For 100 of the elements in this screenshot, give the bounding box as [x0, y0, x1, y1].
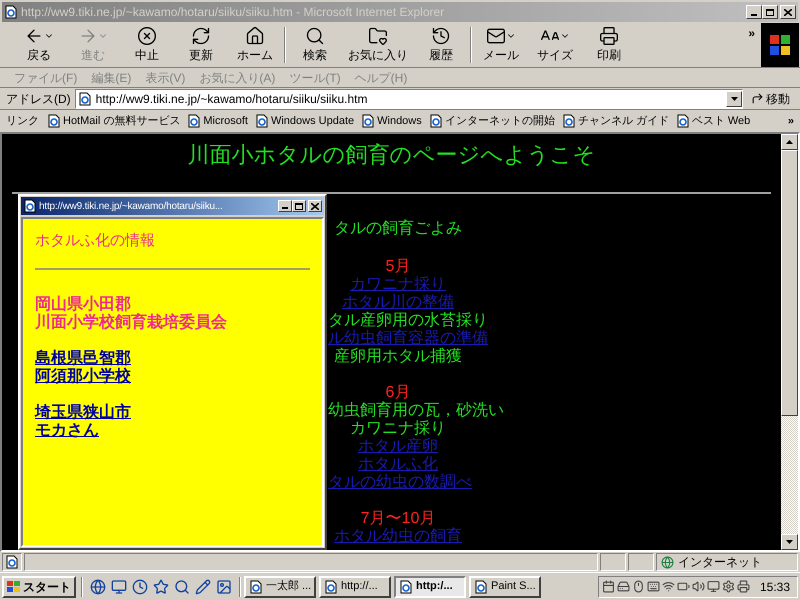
page-icon [5, 555, 19, 569]
star-icon[interactable] [153, 578, 169, 594]
flag-logo [761, 22, 799, 66]
page-icon [361, 114, 376, 128]
minimize-button[interactable] [746, 5, 762, 19]
page-heading: 川面小ホタルの飼育のページへようこそ [186, 142, 596, 168]
popup-text: 川面小学校飼育栽培委員会 [35, 314, 227, 332]
taskbar-button[interactable]: Paint S... [469, 576, 541, 598]
search-icon [305, 26, 325, 46]
scroll-up-button[interactable] [781, 134, 798, 150]
folder-icon [368, 26, 388, 46]
toolbar-button[interactable]: メール [474, 24, 528, 66]
close-button[interactable] [780, 5, 796, 19]
page-icon [399, 580, 413, 594]
page-icon [474, 580, 488, 594]
dropdown-button[interactable] [726, 90, 742, 106]
toolbar-button[interactable]: 中止 [120, 24, 174, 66]
more-chevron[interactable]: » [748, 24, 755, 42]
popup-link[interactable]: 阿須那小学校 [35, 368, 131, 386]
page-subtitle: タルの飼育ごよみ [334, 220, 462, 238]
start-button[interactable]: スタート [2, 576, 76, 598]
month-label: 5月 [386, 258, 410, 276]
toolbar-button[interactable]: 検索 [288, 24, 342, 66]
minimize-button[interactable] [278, 200, 292, 212]
gear-icon [722, 580, 735, 593]
close-icon [784, 8, 792, 16]
arrow-icon [751, 92, 764, 105]
page-icon [676, 114, 690, 128]
toolbar-button[interactable]: 印刷 [582, 24, 636, 66]
link-button[interactable]: HotMail の無料サービス [47, 112, 180, 130]
close-icon [311, 202, 319, 210]
link-button[interactable]: Windows Update [254, 112, 354, 130]
calendar-text: カワニナ採り [350, 420, 446, 438]
calendar-text: 幼虫飼育用の瓦，砂洗い [328, 402, 504, 420]
keyboard-icon [646, 580, 660, 593]
page-icon [4, 5, 18, 19]
calendar-text: タル産卵用の水苔採り [328, 312, 488, 329]
link-button[interactable]: インターネットの開始 [428, 112, 555, 130]
clock: 15:33 [760, 578, 790, 596]
address-field[interactable]: http://ww9.tiki.ne.jp/~kawamo/hotaru/siiku/siiku.htm [74, 88, 743, 108]
speaker-icon [692, 580, 705, 593]
taskbar-button[interactable]: 一太郎 ... [244, 576, 316, 598]
month-label: 6月 [386, 384, 410, 401]
drive-icon [616, 580, 630, 593]
page-icon [324, 580, 338, 594]
house-icon [245, 26, 265, 46]
link-button[interactable]: Microsoft [187, 112, 248, 130]
toolbar-button[interactable]: 履歴 [414, 24, 468, 66]
search-icon[interactable] [174, 578, 190, 594]
page-icon [23, 199, 37, 213]
close-button[interactable] [308, 200, 322, 212]
month-label: 7月〜10月 [360, 510, 436, 528]
calendar-icon [602, 580, 615, 593]
taskbar-button[interactable]: http://... [319, 576, 391, 598]
link-button[interactable]: ベスト Web [676, 112, 750, 130]
flag-logo [7, 580, 21, 592]
x-circle-icon [137, 26, 157, 46]
go-button[interactable]: 移動 [747, 90, 794, 108]
popup-link[interactable]: 埼玉県狭山市 [35, 404, 131, 422]
maximize-button[interactable] [292, 200, 306, 212]
globe-icon [661, 556, 674, 568]
page-icon [249, 580, 263, 594]
popup-text: 岡山県小田郡 [35, 296, 131, 313]
toolbar-button[interactable]: サイズ [528, 24, 582, 66]
monitor-icon[interactable] [111, 578, 127, 594]
battery-icon [676, 580, 690, 593]
popup-link[interactable]: 島根県邑智郡 [35, 350, 131, 368]
popup-link[interactable]: モカさん [35, 422, 99, 440]
page-icon [562, 114, 576, 128]
maximize-button[interactable] [762, 5, 778, 19]
picture-icon[interactable] [216, 578, 232, 594]
scroll-thumb[interactable] [781, 150, 798, 416]
toolbar-button[interactable]: ホーム [228, 24, 282, 66]
up-arrow-icon [786, 140, 793, 144]
taskbar-button[interactable]: http:/... [394, 576, 466, 598]
globe-icon[interactable] [90, 578, 106, 594]
toolbar-button[interactable]: お気に入り [342, 24, 414, 66]
toolbar-button[interactable]: 戻る [12, 24, 66, 66]
printer-icon [736, 580, 750, 593]
mouse-icon [632, 580, 645, 593]
printer-icon [599, 26, 619, 46]
page-icon [428, 114, 443, 128]
pencil-icon[interactable] [195, 578, 211, 594]
calendar-text: 産卵用ホタル捕獲 [334, 348, 462, 366]
scrollbar[interactable] [781, 134, 798, 550]
more-chevron[interactable]: » [788, 112, 794, 130]
page-icon [47, 114, 61, 128]
refresh-icon [191, 26, 211, 46]
scroll-down-button[interactable] [781, 534, 798, 550]
clock-icon [431, 26, 451, 46]
down-arrow-icon [786, 540, 793, 544]
links-label: リンク [6, 114, 39, 129]
clock-icon[interactable] [132, 578, 148, 594]
link-button[interactable]: チャンネル ガイド [562, 112, 669, 130]
popup-title: http://ww9.tiki.ne.jp/~kawamo/hotaru/siiku... [39, 200, 224, 214]
mail-icon [486, 26, 506, 46]
monitor-icon [706, 580, 720, 593]
toolbar-button[interactable]: 更新 [174, 24, 228, 66]
zone-label: インターネット [678, 554, 762, 571]
link-button[interactable]: Windows [361, 112, 422, 130]
